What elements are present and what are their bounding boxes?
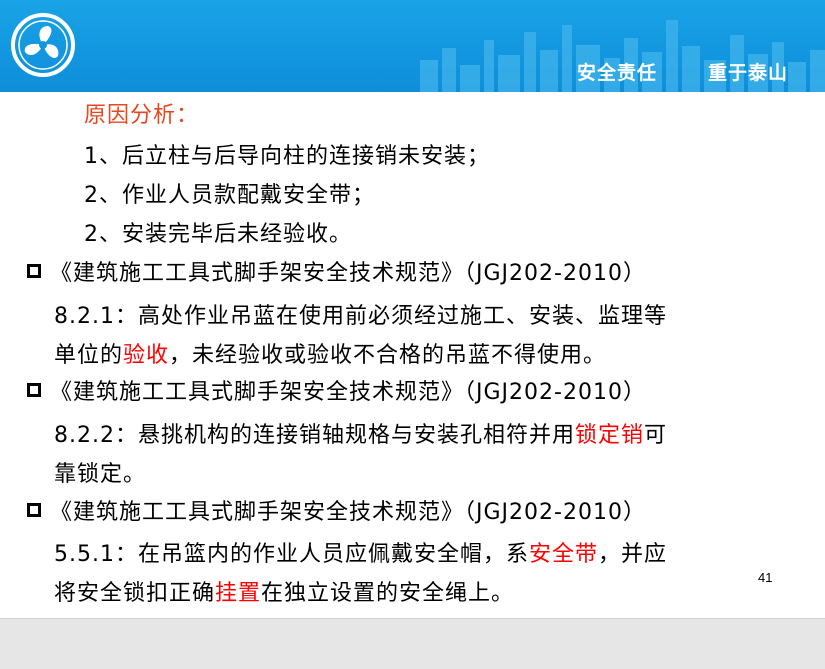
clause-5-5-1-line-1: 5.5.1：在吊篮内的作业人员应佩戴安全帽，系安全带，并应 bbox=[54, 536, 667, 568]
standard-title-1: 《建筑施工工具式脚手架安全技术规范》（JGJ202-2010） bbox=[50, 261, 646, 286]
slide: 安全责任 重于泰山 原因分析： 1、后立柱与后导向柱的连接销未安装； 2、作业人… bbox=[0, 0, 825, 618]
page-number: 41 bbox=[758, 570, 773, 585]
highlight-locking-pin: 锁定销 bbox=[574, 423, 644, 448]
company-logo-icon bbox=[11, 13, 75, 77]
clause-8-2-2-line-1: 8.2.2：悬挑机构的连接销轴规格与安装孔相符并用锁定销可 bbox=[54, 417, 667, 449]
viewer-bottom-area bbox=[0, 618, 825, 669]
reason-item-3: 2、安装完毕后未经验收。 bbox=[84, 222, 352, 247]
slogan-weightier-than-mount-tai: 重于泰山 bbox=[708, 62, 789, 84]
slogan-safety-responsibility: 安全责任 bbox=[577, 62, 658, 84]
reason-analysis-title: 原因分析： bbox=[84, 103, 200, 128]
bullet-square-icon bbox=[27, 383, 41, 397]
clause-5-5-1-line-2: 将安全锁扣正确挂置在独立设置的安全绳上。 bbox=[54, 575, 514, 607]
clause-text: 可 bbox=[644, 423, 668, 448]
highlight-hang: 挂置 bbox=[215, 581, 262, 606]
clause-8-2-2-line-2: 靠锁定。 bbox=[54, 462, 147, 487]
standard-title-3: 《建筑施工工具式脚手架安全技术规范》（JGJ202-2010） bbox=[50, 500, 646, 525]
reason-item-2: 2、作业人员款配戴安全带； bbox=[84, 183, 375, 208]
reason-item-1: 1、后立柱与后导向柱的连接销未安装； bbox=[84, 144, 490, 169]
clause-text: 8.2.2：悬挑机构的连接销轴规格与安装孔相符并用 bbox=[54, 423, 575, 448]
bullet-square-icon bbox=[27, 503, 41, 517]
clause-8-2-1-line-2: 单位的验收，未经验收或验收不合格的吊蓝不得使用。 bbox=[54, 337, 606, 369]
slide-header: 安全责任 重于泰山 bbox=[0, 0, 825, 92]
clause-text: 单位的 bbox=[54, 343, 124, 368]
clause-text: 5.5.1：在吊篮内的作业人员应佩戴安全帽，系 bbox=[54, 542, 529, 567]
clause-8-2-1-line-1: 8.2.1：高处作业吊蓝在使用前必须经过施工、安装、监理等 bbox=[54, 304, 667, 329]
standard-title-2: 《建筑施工工具式脚手架安全技术规范》（JGJ202-2010） bbox=[50, 380, 646, 405]
clause-text: 在独立设置的安全绳上。 bbox=[261, 581, 515, 606]
bullet-square-icon bbox=[27, 264, 41, 278]
clause-text: ，并应 bbox=[598, 542, 668, 567]
clause-text: ，未经验收或验收不合格的吊蓝不得使用。 bbox=[169, 343, 607, 368]
clause-text: 将安全锁扣正确 bbox=[54, 581, 216, 606]
highlight-acceptance: 验收 bbox=[123, 343, 170, 368]
highlight-safety-belt: 安全带 bbox=[528, 542, 598, 567]
